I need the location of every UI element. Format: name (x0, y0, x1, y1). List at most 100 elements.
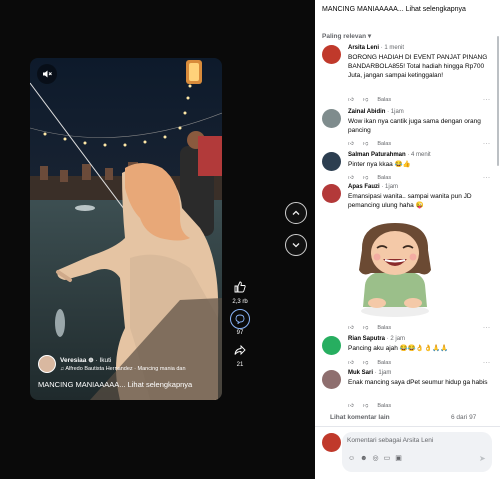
commenter-name[interactable]: Apas Fauzi (348, 184, 380, 190)
comment-page-count: 6 dari 97 (451, 414, 477, 421)
more-options-icon[interactable]: ··· (483, 325, 491, 331)
reply-button[interactable]: Balas (377, 403, 391, 409)
dislike-comment-icon[interactable]: 👎︎ (363, 175, 369, 181)
comment-count: 97 (236, 330, 244, 336)
next-video-button[interactable] (285, 234, 307, 256)
author-line: Veresiaa ⊕ · Ikuti (60, 356, 111, 364)
comment-bubble-icon (230, 309, 250, 329)
video-viewer: Veresiaa ⊕ · Ikuti ♫ Alfredo Bautista He… (0, 0, 315, 479)
reply-button[interactable]: Balas (377, 97, 391, 103)
share-arrow-icon (234, 344, 246, 356)
like-comment-icon[interactable]: 👍︎ (348, 403, 354, 409)
camera-icon[interactable]: ◎ (373, 454, 379, 462)
gif-icon[interactable]: ▭ (384, 454, 391, 462)
like-comment-icon[interactable]: 👍︎ (348, 97, 354, 103)
reply-button[interactable]: Balas (377, 141, 391, 147)
more-options-icon[interactable]: ··· (483, 97, 491, 103)
author-avatar[interactable] (38, 355, 56, 373)
commenter-name[interactable]: Zainal Abidin (348, 109, 385, 115)
sort-dropdown[interactable]: Paling relevan ▾ (322, 32, 371, 40)
comment-time: · 4 menit (407, 152, 431, 158)
mute-button[interactable] (37, 64, 57, 84)
comment-text: Emansipasi wanita.. sampai wanita pun JD… (348, 193, 472, 209)
send-icon[interactable]: ➤ (479, 454, 486, 463)
comment-time: · 2 jam (386, 336, 406, 342)
chevron-up-icon (292, 210, 300, 215)
post-title[interactable]: MANCING MANIAAAAA... Lihat selengkapnya (322, 6, 466, 13)
comment-actions: 👍︎ 👎︎ Balas (348, 141, 400, 147)
comment-time: · 1jam (374, 370, 392, 376)
current-user-avatar (322, 433, 341, 452)
sort-label: Paling relevan (322, 33, 367, 40)
share-count: 21 (236, 362, 244, 368)
comment-text: Enak mancing saya dPet seumur hidup ga h… (348, 379, 488, 386)
more-options-icon[interactable]: ··· (483, 360, 491, 366)
previous-video-button[interactable] (285, 202, 307, 224)
commenter-line: Rian Saputra · 2 jam (348, 336, 496, 342)
commenter-avatar[interactable] (322, 109, 341, 128)
commenter-line: Muk Sari · 1jam (348, 370, 496, 376)
comment-actions: 👍︎ 👎︎ Balas (348, 403, 400, 409)
laughing-girl-sticker (359, 223, 431, 317)
reply-button[interactable]: Balas (377, 325, 391, 331)
comment-actions: 👍︎ 👎︎ Balas (348, 175, 400, 181)
reply-button[interactable]: Balas (377, 360, 391, 366)
comment-input-placeholder: Komentari sebagai Arsita Leni (347, 437, 434, 444)
input-tools: ☺ ☻ ◎ ▭ ▣ (348, 454, 407, 462)
like-comment-icon[interactable]: 👍︎ (348, 141, 354, 147)
like-comment-icon[interactable]: 👍︎ (348, 360, 354, 366)
comment-time: · 1jam (381, 184, 399, 190)
video-player[interactable]: Veresiaa ⊕ · Ikuti ♫ Alfredo Bautista He… (30, 58, 222, 400)
show-more-comments-link[interactable]: Lihat komentar lain (330, 414, 390, 421)
sticker-pack-icon[interactable]: ▣ (395, 454, 402, 462)
dislike-comment-icon[interactable]: 👎︎ (363, 97, 369, 103)
comment-input[interactable]: Komentari sebagai Arsita Leni ☺ ☻ ◎ ▭ ▣ ➤ (342, 432, 492, 472)
comment-text: Pinter nya kkaa 😂👍 (348, 161, 411, 168)
share-action[interactable]: 21 (229, 343, 251, 368)
like-comment-icon[interactable]: 👍︎ (348, 175, 354, 181)
more-options-icon[interactable]: ··· (483, 175, 491, 181)
commenter-avatar[interactable] (322, 370, 341, 389)
music-title: Alfredo Bautista Hernandez · Mancing man… (65, 366, 186, 372)
comment-action[interactable]: 97 (229, 309, 251, 336)
more-options-icon[interactable]: ··· (483, 141, 491, 147)
emoji-icon[interactable]: ☻ (360, 455, 367, 462)
dislike-comment-icon[interactable]: 👎︎ (363, 141, 369, 147)
dislike-comment-icon[interactable]: 👎︎ (363, 360, 369, 366)
commenter-avatar[interactable] (322, 184, 341, 203)
commenter-line: Apas Fauzi · 1jam (348, 184, 496, 190)
sticker-icon[interactable]: ☺ (348, 455, 355, 462)
dislike-comment-icon[interactable]: 👎︎ (363, 325, 369, 331)
video-caption[interactable]: MANCING MANIAAAAA... Lihat selengkapnya (38, 380, 192, 389)
author-name[interactable]: Veresiaa (60, 357, 86, 364)
music-line[interactable]: ♫ Alfredo Bautista Hernandez · Mancing m… (60, 366, 220, 372)
commenter-name[interactable]: Muk Sari (348, 370, 373, 376)
commenter-avatar[interactable] (322, 336, 341, 355)
commenter-name[interactable]: Rian Saputra (348, 336, 385, 342)
scrollbar[interactable] (497, 36, 499, 166)
chevron-down-icon: ▾ (367, 33, 372, 40)
commenter-avatar[interactable] (322, 45, 341, 64)
comments-panel: MANCING MANIAAAAA... Lihat selengkapnya … (315, 0, 500, 479)
commenter-name[interactable]: Salman Paturahman (348, 152, 406, 158)
video-frame (30, 58, 222, 400)
dislike-comment-icon[interactable]: 👎︎ (363, 403, 369, 409)
reply-button[interactable]: Balas (377, 175, 391, 181)
comment-text: Wow ikan nya cantik juga sama dengan ora… (348, 118, 481, 134)
chevron-down-icon (292, 243, 300, 248)
commenter-line: Salman Paturahman · 4 menit (348, 152, 496, 158)
like-comment-icon[interactable]: 👍︎ (348, 325, 354, 331)
commenter-line: Arsita Leni · 1 menit (348, 45, 496, 51)
commenter-line: Zainal Abidin · 1jam (348, 109, 496, 115)
thumbs-up-icon (234, 281, 246, 293)
sticker-image[interactable] (347, 215, 444, 318)
comment-time: · 1jam (387, 109, 404, 115)
like-action[interactable]: 2,3 rb (229, 280, 251, 305)
follow-link[interactable]: · Ikuti (95, 357, 111, 364)
comment-actions: 👍︎ 👎︎ Balas (348, 325, 400, 331)
commenter-avatar[interactable] (322, 152, 341, 171)
commenter-name[interactable]: Arsita Leni (348, 45, 379, 51)
comment-actions: 👍︎ 👎︎ Balas (348, 360, 400, 366)
comment-text: Pancing aku ajah 😂😂👌👌🙏🙏 (348, 345, 449, 352)
speaker-muted-icon (43, 70, 52, 78)
